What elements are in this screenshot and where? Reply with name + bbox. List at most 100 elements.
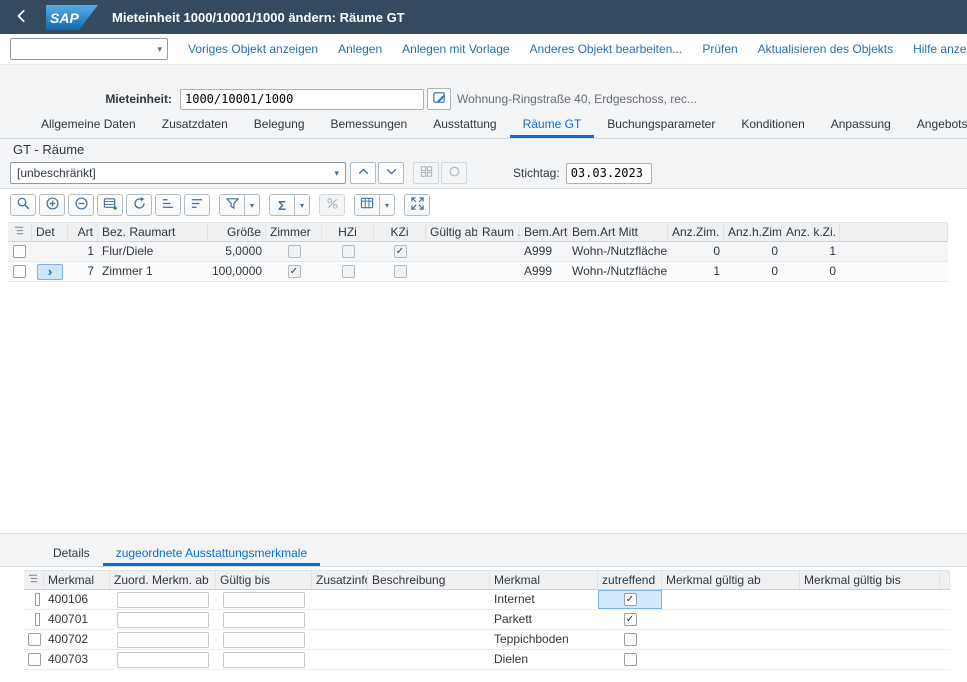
zuord-ab-cell[interactable] <box>110 590 216 609</box>
link-show-help[interactable]: Hilfe anzeigen <box>913 42 967 56</box>
sort-descending-button[interactable] <box>184 194 210 216</box>
stichtag-date-input[interactable] <box>566 163 652 184</box>
scroll-up-button[interactable] <box>350 162 376 184</box>
row-select-checkbox[interactable] <box>28 653 41 666</box>
hzi-checkbox[interactable] <box>342 245 355 258</box>
column-header[interactable]: Bem.Art Mitt <box>568 223 668 241</box>
column-header[interactable]: Bez. Raumart <box>98 223 208 241</box>
feature-row[interactable]: 400106 Internet ✓ <box>24 590 950 610</box>
room-row[interactable]: 1 Flur/Diele 5,0000 ✓ A999 Wohn-/Nutzflä… <box>8 242 948 262</box>
link-refresh-object[interactable]: Aktualisieren des Objekts <box>758 42 893 56</box>
link-create[interactable]: Anlegen <box>338 42 382 56</box>
zuord-ab-cell[interactable] <box>110 650 216 669</box>
tab-angebotsobjekte[interactable]: Angebotsobjekte <box>904 112 967 138</box>
kzi-cell[interactable]: ✓ <box>374 242 426 261</box>
layout-menu-button[interactable]: ▾ <box>380 194 395 216</box>
hzi-cell[interactable] <box>322 242 374 261</box>
tab-allgemeine-daten[interactable]: Allgemeine Daten <box>28 112 149 138</box>
search-button[interactable] <box>10 194 36 216</box>
fullscreen-button[interactable] <box>404 194 430 216</box>
zutreffend-cell[interactable]: ✓ <box>598 610 662 629</box>
column-header[interactable]: Zuord. Merkm. ab <box>110 571 216 589</box>
layout-button[interactable] <box>354 194 380 216</box>
column-header[interactable]: HZi <box>322 223 374 241</box>
zuord-ab-input[interactable] <box>117 612 209 628</box>
tab-zugeordnete-ausstattungsmerkmale[interactable]: zugeordnete Ausstattungsmerkmale <box>103 543 320 566</box>
row-select-cell[interactable] <box>24 590 44 609</box>
row-select-cell[interactable] <box>24 630 44 649</box>
gueltig-bis-input[interactable] <box>223 612 305 628</box>
column-header[interactable]: Größe <box>208 223 266 241</box>
zuord-ab-cell[interactable] <box>110 610 216 629</box>
column-header[interactable]: Zusatzinfo <box>312 571 368 589</box>
zutreffend-checkbox[interactable] <box>624 653 637 666</box>
row-select-cell[interactable] <box>8 242 32 261</box>
row-select-checkbox[interactable] <box>28 633 41 646</box>
filter-menu-button[interactable]: ▾ <box>245 194 260 216</box>
back-button[interactable] <box>12 7 32 27</box>
column-header[interactable]: Anz. k.Zi. <box>782 223 840 241</box>
column-header[interactable]: Anz.Zim. <box>668 223 724 241</box>
edit-object-button[interactable] <box>427 88 451 110</box>
zuord-ab-cell[interactable] <box>110 630 216 649</box>
link-create-with-template[interactable]: Anlegen mit Vorlage <box>402 42 509 56</box>
filter-button[interactable] <box>219 194 245 216</box>
column-header[interactable]: Beschreibung <box>368 571 490 589</box>
tab-ausstattung[interactable]: Ausstattung <box>420 112 509 138</box>
sum-menu-button[interactable]: ▾ <box>295 194 310 216</box>
column-header[interactable]: Merkmal gültig bis <box>800 571 940 589</box>
column-header[interactable]: zutreffend <box>598 571 662 589</box>
gueltig-bis-cell[interactable] <box>216 590 312 609</box>
kzi-checkbox[interactable] <box>394 265 407 278</box>
zimmer-cell[interactable]: ✓ <box>266 262 322 281</box>
select-all-header-cell[interactable] <box>8 223 32 241</box>
row-select-indicator[interactable] <box>35 613 40 626</box>
row-select-cell[interactable] <box>8 262 32 281</box>
zutreffend-checkbox[interactable]: ✓ <box>624 593 637 606</box>
sum-button[interactable]: Σ <box>269 194 295 216</box>
link-previous-object[interactable]: Voriges Objekt anzeigen <box>188 42 318 56</box>
zutreffend-checkbox[interactable] <box>624 633 637 646</box>
gueltig-bis-input[interactable] <box>223 652 305 668</box>
room-row[interactable]: › 7 Zimmer 1 100,0000 ✓ A999 Wohn-/Nutzf… <box>8 262 948 282</box>
add-row-button[interactable] <box>39 194 65 216</box>
zimmer-cell[interactable] <box>266 242 322 261</box>
column-header[interactable]: Gültig bis <box>216 571 312 589</box>
gueltig-bis-cell[interactable] <box>216 610 312 629</box>
zimmer-checkbox[interactable]: ✓ <box>288 265 301 278</box>
zutreffend-checkbox[interactable]: ✓ <box>624 613 637 626</box>
column-header[interactable]: Gültig ab <box>426 223 478 241</box>
tab-belegung[interactable]: Belegung <box>241 112 318 138</box>
tab-buchungsparameter[interactable]: Buchungsparameter <box>594 112 728 138</box>
column-header[interactable]: KZi <box>374 223 426 241</box>
tab-zusatzdaten[interactable]: Zusatzdaten <box>149 112 241 138</box>
row-select-checkbox[interactable] <box>13 265 26 278</box>
zutreffend-cell[interactable] <box>598 630 662 649</box>
detail-cell[interactable]: › <box>32 262 68 281</box>
row-select-checkbox[interactable] <box>13 245 26 258</box>
link-check[interactable]: Prüfen <box>702 42 737 56</box>
mieteinheit-input[interactable] <box>180 89 424 110</box>
hzi-checkbox[interactable] <box>342 265 355 278</box>
column-header[interactable]: Bem.Art <box>520 223 568 241</box>
column-header[interactable]: Zimmer <box>266 223 322 241</box>
row-select-cell[interactable] <box>24 650 44 669</box>
gueltig-bis-input[interactable] <box>223 632 305 648</box>
detail-button[interactable]: › <box>37 264 63 280</box>
hzi-cell[interactable] <box>322 262 374 281</box>
feature-row[interactable]: 400701 Parkett ✓ <box>24 610 950 630</box>
column-header[interactable]: Merkmal <box>44 571 110 589</box>
feature-row[interactable]: 400702 Teppichboden <box>24 630 950 650</box>
select-all-header-cell[interactable] <box>24 571 44 589</box>
tab-konditionen[interactable]: Konditionen <box>728 112 817 138</box>
zuord-ab-input[interactable] <box>117 652 209 668</box>
link-edit-other-object[interactable]: Anderes Objekt bearbeiten... <box>530 42 683 56</box>
tab-anpassung[interactable]: Anpassung <box>818 112 904 138</box>
column-header[interactable]: Art <box>68 223 98 241</box>
sort-ascending-button[interactable] <box>155 194 181 216</box>
zuord-ab-input[interactable] <box>117 592 209 608</box>
zuord-ab-input[interactable] <box>117 632 209 648</box>
tab-bemessungen[interactable]: Bemessungen <box>318 112 421 138</box>
remove-row-button[interactable] <box>68 194 94 216</box>
kzi-cell[interactable] <box>374 262 426 281</box>
